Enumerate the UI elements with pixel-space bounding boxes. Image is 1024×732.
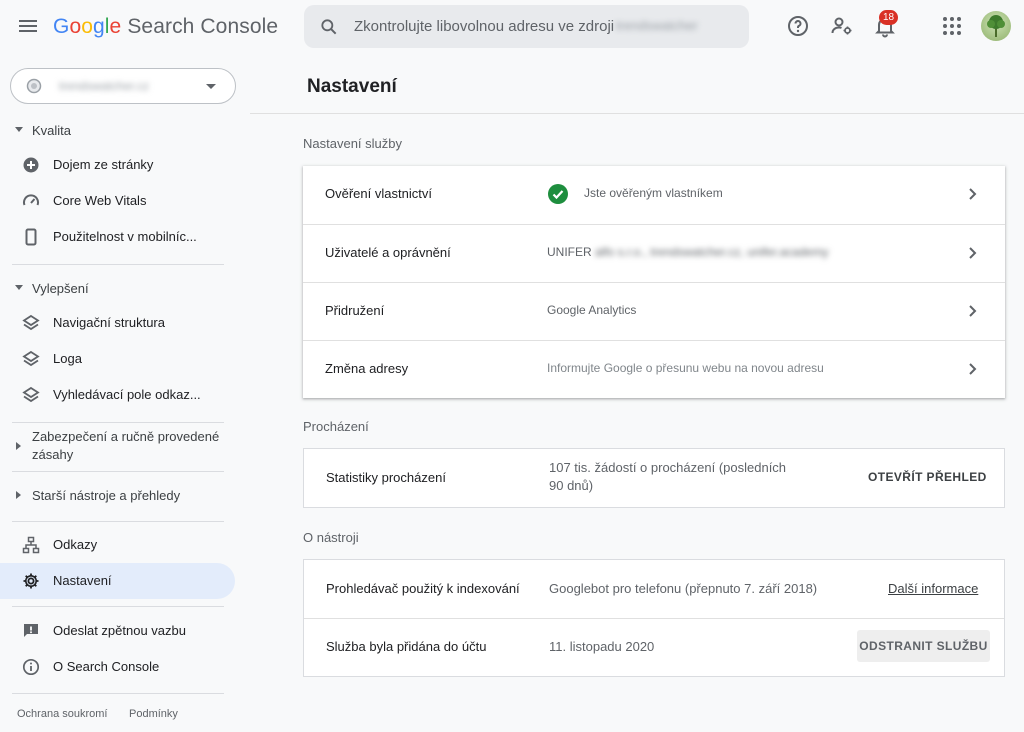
gear-icon xyxy=(23,573,39,589)
layers-icon xyxy=(22,386,40,403)
account-avatar[interactable] xyxy=(981,11,1011,41)
about-tool-card: Prohledávač použitý k indexování Googleb… xyxy=(303,559,1005,677)
sidebar-item-mobile-usability[interactable]: Použitelnost v mobilníc... xyxy=(0,219,235,255)
speedometer-icon xyxy=(23,194,39,206)
caret-right-icon xyxy=(16,491,21,499)
main-menu-icon[interactable] xyxy=(17,17,39,35)
sidebar-item-settings[interactable]: Nastavení xyxy=(0,563,235,599)
open-report-button[interactable]: OTEVŘÍT PŘEHLED xyxy=(868,470,987,484)
chevron-right-icon xyxy=(969,188,977,200)
sidebar: trendswatcher.cz Kvalita Dojem ze stránk… xyxy=(0,56,250,732)
chevron-down-icon xyxy=(206,84,216,89)
layers-icon xyxy=(22,314,40,331)
section-legacy-tools[interactable]: Starší nástroje a přehledy xyxy=(0,487,250,505)
sitemap-icon xyxy=(22,536,40,554)
row-service-added: Služba byla přidána do účtu 11. listopad… xyxy=(304,618,1004,676)
section-label-about-tool: O nástroji xyxy=(303,530,359,545)
globe-icon xyxy=(26,78,42,94)
property-name: trendswatcher.cz xyxy=(59,79,150,93)
caret-right-icon xyxy=(16,442,21,450)
sidebar-divider xyxy=(12,693,224,694)
main-content: Nastavení Nastavení služby Ověření vlast… xyxy=(250,56,1024,732)
sidebar-item-sitelinks-searchbox[interactable]: Vyhledávací pole odkaz... xyxy=(0,377,235,413)
sidebar-item-breadcrumbs[interactable]: Navigační struktura xyxy=(0,305,235,341)
help-icon[interactable] xyxy=(786,14,810,38)
row-crawler: Prohledávač použitý k indexování Googleb… xyxy=(326,581,979,596)
phone-icon xyxy=(25,228,37,246)
sidebar-item-core-web-vitals[interactable]: Core Web Vitals xyxy=(0,183,235,219)
verified-check-icon xyxy=(548,184,568,204)
row-ownership-verification[interactable]: Ověření vlastnictví Jste ověřeným vlastn… xyxy=(303,166,1005,224)
crawl-card: Statistiky procházení 107 tis. žádostí o… xyxy=(303,448,1005,508)
plus-circle-icon xyxy=(23,157,39,173)
chevron-right-icon xyxy=(969,363,977,375)
row-change-of-address[interactable]: Změna adresy Informujte Google o přesunu… xyxy=(303,340,1005,398)
remove-service-button[interactable]: ODSTRANIT SLUŽBU xyxy=(857,630,990,662)
user-settings-icon[interactable] xyxy=(830,14,854,38)
sidebar-item-about[interactable]: O Search Console xyxy=(0,649,235,685)
section-kvalita[interactable]: Kvalita xyxy=(0,122,250,140)
sidebar-divider xyxy=(12,471,224,472)
sidebar-divider xyxy=(12,422,224,423)
chevron-right-icon xyxy=(969,305,977,317)
feedback-icon xyxy=(24,624,38,637)
search-console-logo[interactable]: Google Search Console xyxy=(53,15,278,39)
layers-icon xyxy=(22,350,40,367)
title-divider xyxy=(250,113,1024,114)
property-selector[interactable]: trendswatcher.cz xyxy=(10,68,236,104)
sidebar-item-dojem[interactable]: Dojem ze stránky xyxy=(0,147,235,183)
section-label-crawl: Procházení xyxy=(303,419,369,434)
chevron-right-icon xyxy=(969,247,977,259)
row-users-permissions[interactable]: Uživatelé a oprávnění UNIFER alfo s.r.o.… xyxy=(303,224,1005,282)
avatar-tree-icon xyxy=(987,15,1005,37)
sidebar-item-feedback[interactable]: Odeslat zpětnou vazbu xyxy=(0,613,235,649)
search-icon xyxy=(321,19,337,35)
sidebar-divider xyxy=(12,606,224,607)
sidebar-divider xyxy=(12,264,224,265)
apps-grid-icon[interactable] xyxy=(940,14,964,38)
row-associations[interactable]: Přidružení Google Analytics xyxy=(303,282,1005,340)
notification-badge: 18 xyxy=(879,10,898,25)
top-bar: GoogleSearch Console trendswatcher 18 xyxy=(0,0,1024,56)
section-security[interactable]: Zabezpečení a ručně provedené zásahy xyxy=(0,428,250,464)
section-vylepseni[interactable]: Vylepšení xyxy=(0,280,250,298)
row-crawl-stats: Statistiky procházení 107 tis. žádostí o… xyxy=(326,460,987,493)
info-icon xyxy=(22,658,40,676)
users-list-blurred: alfo s.r.o., trendswatcher.cz, unifer.ac… xyxy=(595,245,829,259)
sidebar-item-links[interactable]: Odkazy xyxy=(0,527,235,563)
url-inspection-search[interactable]: trendswatcher xyxy=(304,5,749,48)
section-label-service: Nastavení služby xyxy=(303,136,402,151)
more-info-link[interactable]: Další informace xyxy=(888,581,978,596)
sidebar-item-logos[interactable]: Loga xyxy=(0,341,235,377)
page-title: Nastavení xyxy=(307,76,397,97)
sidebar-divider xyxy=(12,521,224,522)
service-settings-card: Ověření vlastnictví Jste ověřeným vlastn… xyxy=(303,166,1005,398)
caret-down-icon xyxy=(15,285,23,290)
privacy-link[interactable]: Ochrana soukromí xyxy=(17,708,107,720)
terms-link[interactable]: Podmínky xyxy=(129,708,178,720)
caret-down-icon xyxy=(15,127,23,132)
search-property-name: trendswatcher xyxy=(616,18,698,33)
